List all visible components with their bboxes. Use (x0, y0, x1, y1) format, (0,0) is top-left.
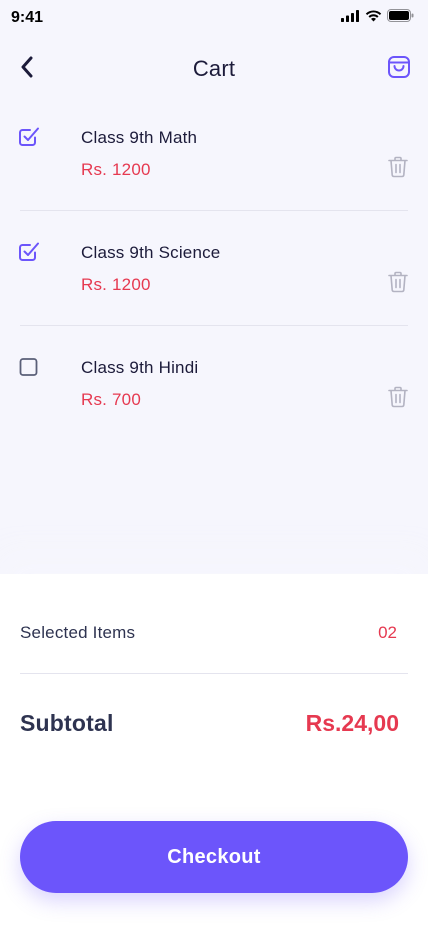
order-summary: Selected Items 02 Subtotal Rs.24,00 Chec… (0, 574, 428, 926)
subtotal-label: Subtotal (20, 710, 114, 736)
trash-icon (388, 271, 408, 298)
status-time: 9:41 (11, 9, 44, 26)
subtotal-value: Rs.24,00 (305, 710, 399, 736)
item-checkbox[interactable] (18, 127, 40, 149)
cart-bag-button[interactable] (386, 55, 412, 83)
status-bar: 9:41 (0, 0, 428, 36)
selected-items-row: Selected Items 02 (20, 604, 408, 674)
delete-item-button[interactable] (386, 156, 410, 182)
checkbox-checked-icon (18, 240, 40, 267)
trash-icon (388, 386, 408, 413)
selected-items-label: Selected Items (20, 623, 136, 642)
item-price: Rs. 1200 (81, 160, 151, 179)
item-checkbox[interactable] (18, 242, 40, 264)
item-name: Class 9th Math (81, 128, 198, 147)
battery-icon (387, 9, 414, 27)
item-price: Rs. 700 (81, 390, 141, 409)
item-checkbox[interactable] (18, 357, 40, 379)
item-name: Class 9th Science (81, 243, 221, 262)
status-icons (341, 9, 414, 27)
delete-item-button[interactable] (386, 271, 410, 297)
checkbox-empty-icon (18, 355, 40, 382)
page-title: Cart (192, 56, 236, 81)
header: Cart (0, 44, 428, 94)
wifi-icon (365, 9, 382, 27)
cart-item: Class 9th Hindi Rs. 700 (18, 326, 410, 441)
back-button[interactable] (14, 56, 40, 82)
cart-item: Class 9th Math Rs. 1200 (18, 96, 410, 211)
cart-item: Class 9th Science Rs. 1200 (18, 211, 410, 326)
cart-list: Class 9th Math Rs. 1200 Class 9th Scienc… (18, 96, 410, 441)
cellular-signal-icon (341, 9, 360, 27)
delete-item-button[interactable] (386, 386, 410, 412)
checkout-button[interactable]: Checkout (20, 821, 408, 893)
chevron-left-icon (20, 56, 34, 83)
shopping-bag-icon (387, 55, 411, 84)
selected-items-count: 02 (378, 623, 397, 642)
item-name: Class 9th Hindi (81, 358, 199, 377)
checkbox-checked-icon (18, 125, 40, 152)
trash-icon (388, 156, 408, 183)
item-price: Rs. 1200 (81, 275, 151, 294)
